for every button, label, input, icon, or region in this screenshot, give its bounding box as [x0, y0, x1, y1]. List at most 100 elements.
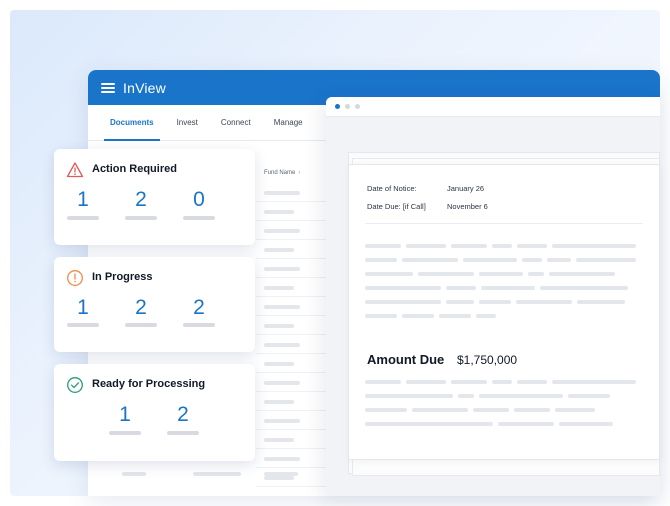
text-line-placeholder: [479, 394, 563, 398]
text-line-placeholder: [418, 272, 474, 276]
table-row-placeholder: [264, 210, 294, 214]
table-row-placeholder: [264, 472, 298, 476]
table-row-divider: [256, 296, 328, 297]
table-row-placeholder: [264, 419, 300, 423]
notice-date-value: January 26: [447, 184, 485, 193]
table-row-placeholder: [264, 248, 294, 252]
table-row-placeholder: [264, 286, 294, 290]
text-line-placeholder: [463, 258, 517, 262]
text-line-placeholder: [365, 244, 401, 248]
table-row-placeholder: [264, 362, 294, 366]
text-line-placeholder: [406, 244, 446, 248]
text-line-placeholder: [365, 380, 401, 384]
count-value: 2: [135, 296, 147, 319]
text-line-placeholder: [514, 408, 550, 412]
table-row-divider: [256, 467, 328, 468]
count-label-bar: [67, 323, 99, 327]
amount-due-value: $1,750,000: [457, 353, 518, 367]
card-in-progress[interactable]: In Progress 1 2 2: [54, 257, 255, 352]
card-title: Ready for Processing: [92, 378, 206, 390]
table-row-divider: [256, 334, 328, 335]
card-action-required[interactable]: Action Required 1 2 0: [54, 149, 255, 245]
text-line-placeholder: [365, 300, 441, 304]
chevron-right-icon: ›: [298, 170, 301, 176]
text-line-placeholder: [365, 258, 397, 262]
text-line-placeholder: [555, 408, 595, 412]
tab-documents[interactable]: Documents: [104, 104, 160, 141]
browser-titlebar: [326, 97, 660, 117]
table-row-placeholder: [264, 381, 300, 385]
due-date-value: November 6: [447, 202, 488, 211]
table-row-placeholder: [264, 457, 300, 461]
text-line-placeholder: [473, 408, 509, 412]
text-line-placeholder: [547, 258, 571, 262]
text-line-placeholder: [365, 286, 441, 290]
count-label-bar: [183, 216, 215, 220]
text-line-placeholder: [406, 380, 446, 384]
column-header-fund-name[interactable]: Fund Name ›: [264, 170, 300, 176]
tab-invest[interactable]: Invest: [177, 104, 198, 141]
app-title: InView: [123, 79, 166, 96]
capital-call-document: Date of Notice: January 26 Date Due: [if…: [348, 164, 660, 460]
card-ready-for-processing[interactable]: Ready for Processing 1 2: [54, 364, 255, 461]
table-row-divider: [256, 258, 328, 259]
count-value: 1: [77, 188, 89, 211]
divider: [365, 223, 643, 224]
text-line-placeholder: [402, 314, 434, 318]
table-row-divider: [256, 201, 328, 202]
table-row-divider: [256, 315, 328, 316]
text-line-placeholder: [446, 286, 476, 290]
notice-date-label: Date of Notice:: [367, 184, 417, 193]
text-line-placeholder: [517, 380, 547, 384]
count-label-bar: [67, 216, 99, 220]
text-line-placeholder: [412, 408, 468, 412]
card-title: In Progress: [92, 271, 153, 283]
hamburger-menu-icon[interactable]: [101, 82, 115, 93]
count-value: 2: [193, 296, 205, 319]
amount-due-label: Amount Due: [367, 352, 445, 367]
text-line-placeholder: [549, 272, 615, 276]
table-row-divider: [256, 353, 328, 354]
table-row-placeholder: [264, 400, 294, 404]
text-line-placeholder: [479, 272, 523, 276]
tab-connect[interactable]: Connect: [221, 104, 251, 141]
text-line-placeholder: [479, 300, 511, 304]
text-line-placeholder: [365, 422, 493, 426]
table-row-placeholder: [193, 472, 241, 476]
text-line-placeholder: [446, 300, 474, 304]
text-line-placeholder: [439, 314, 471, 318]
table-row-divider: [256, 372, 328, 373]
due-date-label: Date Due: [if Call]: [367, 202, 426, 211]
count-label-bar: [125, 323, 157, 327]
count-label-bar: [109, 431, 141, 435]
warning-triangle-icon: [66, 162, 84, 178]
text-line-placeholder: [522, 258, 542, 262]
text-line-placeholder: [365, 272, 413, 276]
text-line-placeholder: [402, 258, 458, 262]
count-value: 2: [177, 403, 189, 426]
count-value: 1: [77, 296, 89, 319]
count-label-bar: [167, 431, 199, 435]
table-row-divider: [256, 486, 328, 487]
text-line-placeholder: [451, 380, 487, 384]
text-line-placeholder: [476, 314, 496, 318]
tab-manage[interactable]: Manage: [274, 104, 303, 141]
text-line-placeholder: [568, 394, 610, 398]
browser-dot-icon: [355, 104, 360, 109]
text-line-placeholder: [458, 394, 474, 398]
table-row-placeholder: [264, 191, 300, 195]
table-row-placeholder: [264, 229, 300, 233]
table-row-divider: [256, 277, 328, 278]
text-line-placeholder: [517, 244, 547, 248]
table-row-placeholder: [264, 343, 300, 347]
count-value: 0: [193, 188, 205, 211]
count-value: 1: [119, 403, 131, 426]
count-value: 2: [135, 188, 147, 211]
text-line-placeholder: [576, 258, 636, 262]
count-label-bar: [183, 323, 215, 327]
table-row-divider: [256, 448, 328, 449]
table-row-placeholder: [264, 305, 300, 309]
text-line-placeholder: [492, 244, 512, 248]
text-line-placeholder: [492, 380, 512, 384]
text-line-placeholder: [516, 300, 572, 304]
